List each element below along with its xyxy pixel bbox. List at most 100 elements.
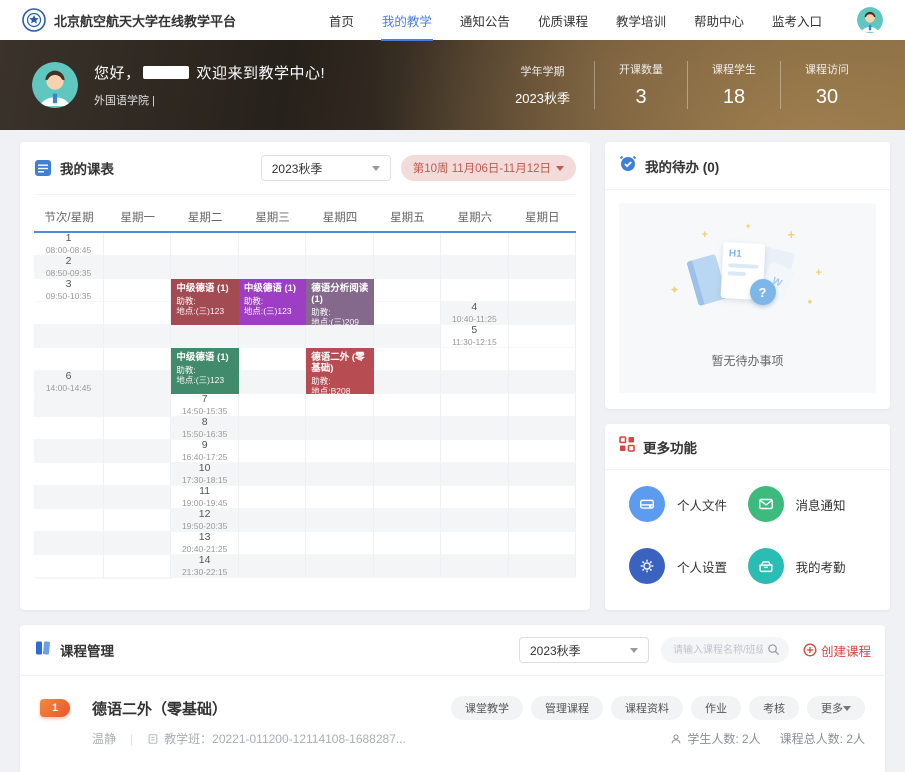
course-action-button[interactable]: 课程资料	[611, 696, 683, 720]
schedule-slot-label: 1017:30-18:15	[171, 463, 238, 486]
week-selector[interactable]: 第10周 11月06日-11月12日	[401, 155, 576, 181]
schedule-cell	[34, 302, 104, 325]
create-course-button[interactable]: 创建课程	[803, 641, 871, 660]
stat-label: 课程访问	[805, 61, 849, 77]
schedule-cell	[374, 463, 441, 486]
schedule-cell	[441, 532, 508, 555]
mail-icon	[748, 486, 784, 522]
empty-illustration: W H1 ? ✦ + + + + ●	[668, 231, 828, 336]
schedule-column-header: 星期一	[104, 203, 171, 233]
calendar-icon	[34, 159, 52, 177]
course-search	[661, 637, 789, 663]
schedule-cell	[239, 486, 306, 509]
schedule-cell	[104, 256, 171, 279]
schedule-cell	[441, 233, 508, 256]
nav-item-4[interactable]: 优质课程	[537, 0, 589, 41]
course-action-button[interactable]: 考核	[749, 696, 799, 720]
schedule-cell	[441, 486, 508, 509]
course-block[interactable]: 中级德语 (1)助教:地点:(三)123	[239, 279, 306, 325]
course-action-button[interactable]: 管理课程	[531, 696, 603, 720]
nav-item-1[interactable]: 首页	[328, 0, 355, 41]
schedule-cell	[441, 256, 508, 279]
course-total-count: 课程总人数: 2人	[780, 730, 865, 747]
schedule-cell	[104, 578, 171, 579]
schedule-cell	[104, 440, 171, 463]
schedule-cell	[374, 532, 441, 555]
course-block[interactable]: 中级德语 (1)助教:地点:(三)123	[171, 279, 238, 325]
nav-item-2[interactable]: 我的教学	[381, 0, 433, 41]
course-term-value: 2023秋季	[530, 642, 630, 659]
person-icon	[670, 733, 682, 745]
schedule-cell	[441, 417, 508, 440]
schedule-cell	[104, 509, 171, 532]
course-action-button[interactable]: 更多	[807, 696, 865, 720]
schedule-cell	[239, 371, 306, 394]
course-block[interactable]: 德语分析阅读 (1)助教:地点:(三)209	[306, 279, 373, 325]
plus-circle-icon	[803, 643, 817, 657]
schedule-cell	[104, 532, 171, 555]
schedule-cell	[104, 555, 171, 578]
nav-item-3[interactable]: 通知公告	[459, 0, 511, 41]
course-row: 1德语二外（零基础）课堂教学管理课程课程资料作业考核更多温静|教学班：20221…	[40, 696, 865, 747]
box-icon	[748, 548, 784, 584]
schedule-cell	[239, 532, 306, 555]
schedule-cell	[374, 394, 441, 417]
schedule-slot-label: 1421:30-22:15	[171, 555, 238, 578]
stat-value: 30	[805, 86, 849, 109]
greeting-text: 您好，欢迎来到教学中心!	[94, 62, 325, 83]
schedule-cell	[34, 394, 104, 417]
course-management-title: 课程管理	[60, 640, 114, 660]
schedule-cell	[306, 532, 373, 555]
schedule-slot-label: 309:50-10:35	[34, 279, 104, 302]
function-box[interactable]: 我的考勤	[748, 548, 867, 584]
schedule-cell	[441, 279, 508, 302]
schedule-cell	[34, 325, 104, 348]
schedule-cell	[441, 509, 508, 532]
schedule-cell	[239, 555, 306, 578]
redacted-name	[143, 66, 189, 79]
schedule-cell	[509, 371, 576, 394]
schedule-cell	[306, 555, 373, 578]
schedule-term-select[interactable]: 2023秋季	[261, 155, 391, 181]
course-term-select[interactable]: 2023秋季	[519, 637, 649, 663]
banner-avatar	[32, 62, 78, 108]
search-icon[interactable]	[767, 643, 780, 656]
schedule-cell	[441, 371, 508, 394]
function-gear[interactable]: 个人设置	[629, 548, 748, 584]
course-management-card: 课程管理 2023秋季 创建课程 1德语二外（零基础）课堂教学管理课程课程资料作…	[20, 625, 885, 772]
user-avatar[interactable]	[857, 7, 883, 33]
stat-label: 开课数量	[619, 61, 663, 77]
function-drive[interactable]: 个人文件	[629, 486, 748, 522]
course-block[interactable]: 德语二外 (零基础)助教:地点:B208	[306, 348, 373, 394]
nav-item-7[interactable]: 监考入口	[771, 0, 823, 41]
schedule-cell	[171, 233, 238, 256]
todo-empty-state: W H1 ? ✦ + + + + ● 暂无待办事项	[619, 203, 876, 393]
schedule-cell	[306, 233, 373, 256]
chevron-down-icon	[843, 706, 851, 715]
schedule-cell	[239, 233, 306, 256]
function-mail[interactable]: 消息通知	[748, 486, 867, 522]
schedule-cell	[374, 325, 441, 348]
schedule-cell	[34, 417, 104, 440]
todo-body: W H1 ? ✦ + + + + ● 暂无待办事项	[605, 190, 890, 409]
schedule-slot-label: 1219:50-20:35	[171, 509, 238, 532]
course-student-count: 学生人数: 2人	[687, 730, 760, 747]
schedule-cell	[509, 279, 576, 302]
schedule-header: 我的课表 2023秋季 第10周 11月06日-11月12日	[34, 142, 576, 195]
course-action-button[interactable]: 作业	[691, 696, 741, 720]
schedule-cell	[104, 279, 171, 302]
schedule-cell	[441, 440, 508, 463]
nav-item-6[interactable]: 帮助中心	[693, 0, 745, 41]
course-title[interactable]: 德语二外（零基础）	[92, 698, 227, 719]
schedule-cell	[441, 348, 508, 371]
schedule-slot-label: 108:00-08:45	[34, 233, 104, 256]
schedule-slot-label: 511:30-12:15	[441, 325, 508, 348]
schedule-cell	[239, 325, 306, 348]
schedule-cell	[104, 417, 171, 440]
course-action-button[interactable]: 课堂教学	[451, 696, 523, 720]
schedule-cell	[171, 256, 238, 279]
course-block[interactable]: 中级德语 (1)助教:地点:(三)123	[171, 348, 238, 394]
department-label: 外国语学院 |	[94, 92, 325, 108]
nav-item-5[interactable]: 教学培训	[615, 0, 667, 41]
schedule-cell	[374, 555, 441, 578]
